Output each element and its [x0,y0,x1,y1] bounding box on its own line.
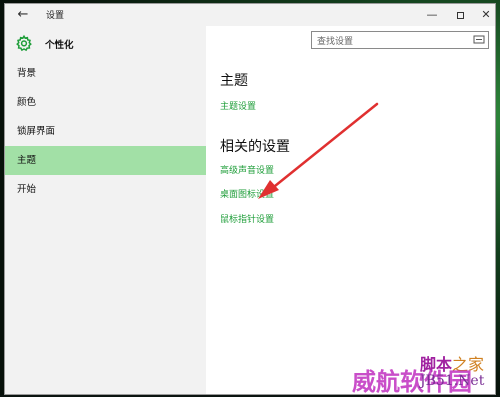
theme-settings-link[interactable]: 主题设置 [220,99,256,112]
gear-icon [16,34,32,52]
mouse-pointer-settings-link[interactable]: 鼠标指针设置 [220,212,274,225]
maximize-icon [456,11,464,19]
watermark-sub: JB51.Net [420,373,485,389]
search-placeholder: 查找设置 [317,37,354,47]
back-button[interactable]: ← [13,6,33,24]
sidebar: 个性化 背景 颜色 锁屏界面 主题 开始 [5,26,206,394]
sidebar-header: 个性化 [5,31,206,57]
title-bar: ← 设置 — ✕ [5,4,495,26]
close-button[interactable]: ✕ [471,5,500,25]
advanced-sound-settings-link[interactable]: 高级声音设置 [220,163,274,176]
main-content: 主题 主题设置 相关的设置 高级声音设置 桌面图标设置 鼠标指针设置 [206,52,496,392]
window-title: 设置 [46,11,65,21]
sidebar-item-themes[interactable]: 主题 [5,146,206,175]
desktop-icon-settings-link[interactable]: 桌面图标设置 [220,187,274,200]
page-heading: 主题 [220,73,248,89]
search-icon[interactable] [473,34,485,46]
related-settings-heading: 相关的设置 [220,139,290,155]
sidebar-item-background[interactable]: 背景 [5,59,206,88]
search-input[interactable]: 查找设置 [311,31,489,49]
sidebar-item-lock-screen[interactable]: 锁屏界面 [5,117,206,146]
sidebar-item-start[interactable]: 开始 [5,175,206,204]
section-title: 个性化 [45,40,74,51]
settings-window: ← 设置 — ✕ 个性化 背景 颜色 锁屏界面 主题 开始 查找设置 主题 主题… [4,3,496,395]
minimize-button[interactable]: — [417,5,447,25]
sidebar-item-colors[interactable]: 颜色 [5,88,206,117]
